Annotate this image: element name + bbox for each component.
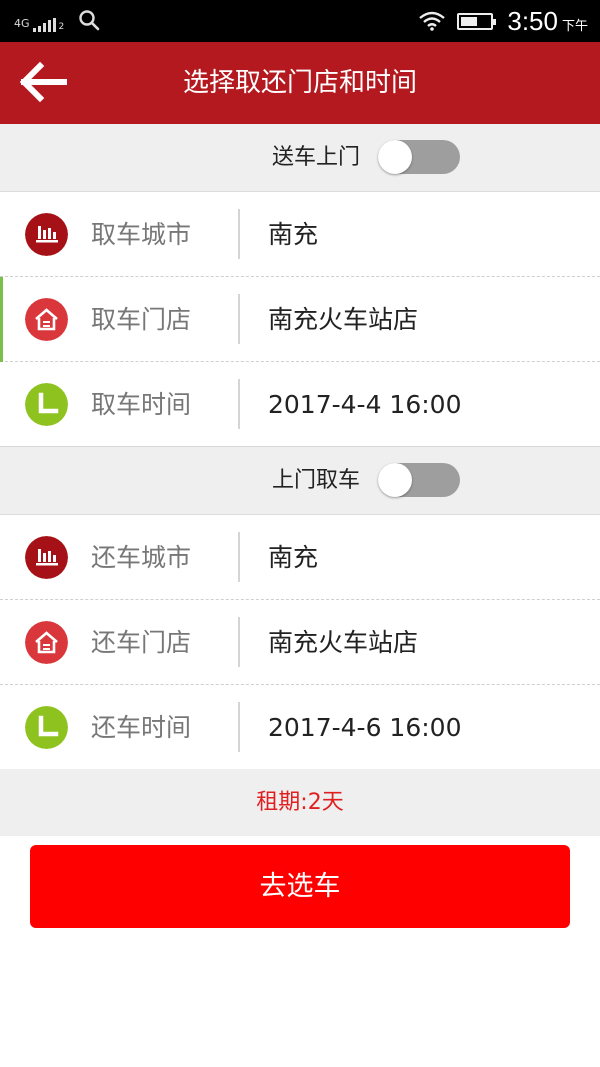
return-time-row[interactable]: 还车时间 2017-4-6 16:00 <box>0 685 600 770</box>
status-bar: 4G 2 3:50 下午 <box>0 0 600 42</box>
divider <box>238 294 240 344</box>
toggle-knob <box>378 463 412 497</box>
clock-time: 3:50 <box>507 5 558 36</box>
signal-icon: 4G 2 <box>14 10 64 32</box>
return-city-row[interactable]: 还车城市 南充 <box>0 515 600 600</box>
wifi-icon <box>419 11 446 31</box>
clock-icon <box>25 706 68 749</box>
rental-period-text: 租期:2天 <box>256 790 344 815</box>
row-label: 取车时间 <box>91 390 192 419</box>
store-icon <box>25 298 68 341</box>
city-icon <box>25 213 68 256</box>
city-icon <box>25 536 68 579</box>
search-icon <box>79 10 100 31</box>
divider <box>238 617 240 667</box>
choose-car-button[interactable]: 去选车 <box>30 845 570 928</box>
collect-toggle-switch[interactable] <box>378 463 460 497</box>
page-title: 选择取还门店和时间 <box>182 68 417 98</box>
clock-icon <box>25 383 68 426</box>
row-label: 取车门店 <box>91 305 192 334</box>
return-store-value: 南充火车站店 <box>268 628 419 657</box>
collect-toggle-label: 上门取车 <box>271 468 360 493</box>
return-store-row[interactable]: 还车门店 南充火车站店 <box>0 600 600 685</box>
rental-period-bar: 租期:2天 <box>0 769 600 836</box>
accent-edge <box>0 277 3 362</box>
toggle-knob <box>378 140 412 174</box>
pickup-time-value: 2017-4-4 16:00 <box>268 390 462 419</box>
sim-indicator: 2 <box>58 22 65 32</box>
divider <box>238 532 240 582</box>
pickup-store-row[interactable]: 取车门店 南充火车站店 <box>0 277 600 362</box>
delivery-toggle-label: 送车上门 <box>271 145 360 170</box>
clock-ampm: 下午 <box>561 18 588 34</box>
pickup-city-value: 南充 <box>268 220 319 249</box>
app-header: 选择取还门店和时间 <box>0 42 600 124</box>
divider <box>238 379 240 429</box>
divider <box>238 209 240 259</box>
row-label: 还车门店 <box>91 628 192 657</box>
network-type: 4G <box>14 17 30 30</box>
collect-toggle-bar: 上门取车 <box>0 447 600 515</box>
return-city-value: 南充 <box>268 543 319 572</box>
row-label: 还车时间 <box>91 713 192 742</box>
pickup-time-row[interactable]: 取车时间 2017-4-4 16:00 <box>0 362 600 447</box>
delivery-toggle-bar: 送车上门 <box>0 124 600 192</box>
return-time-value: 2017-4-6 16:00 <box>268 713 462 742</box>
divider <box>238 702 240 752</box>
store-icon <box>25 621 68 664</box>
pickup-city-row[interactable]: 取车城市 南充 <box>0 192 600 277</box>
pickup-store-value: 南充火车站店 <box>268 305 419 334</box>
row-label: 取车城市 <box>91 220 192 249</box>
row-label: 还车城市 <box>91 543 192 572</box>
delivery-toggle-switch[interactable] <box>378 140 460 174</box>
battery-icon <box>457 12 497 30</box>
